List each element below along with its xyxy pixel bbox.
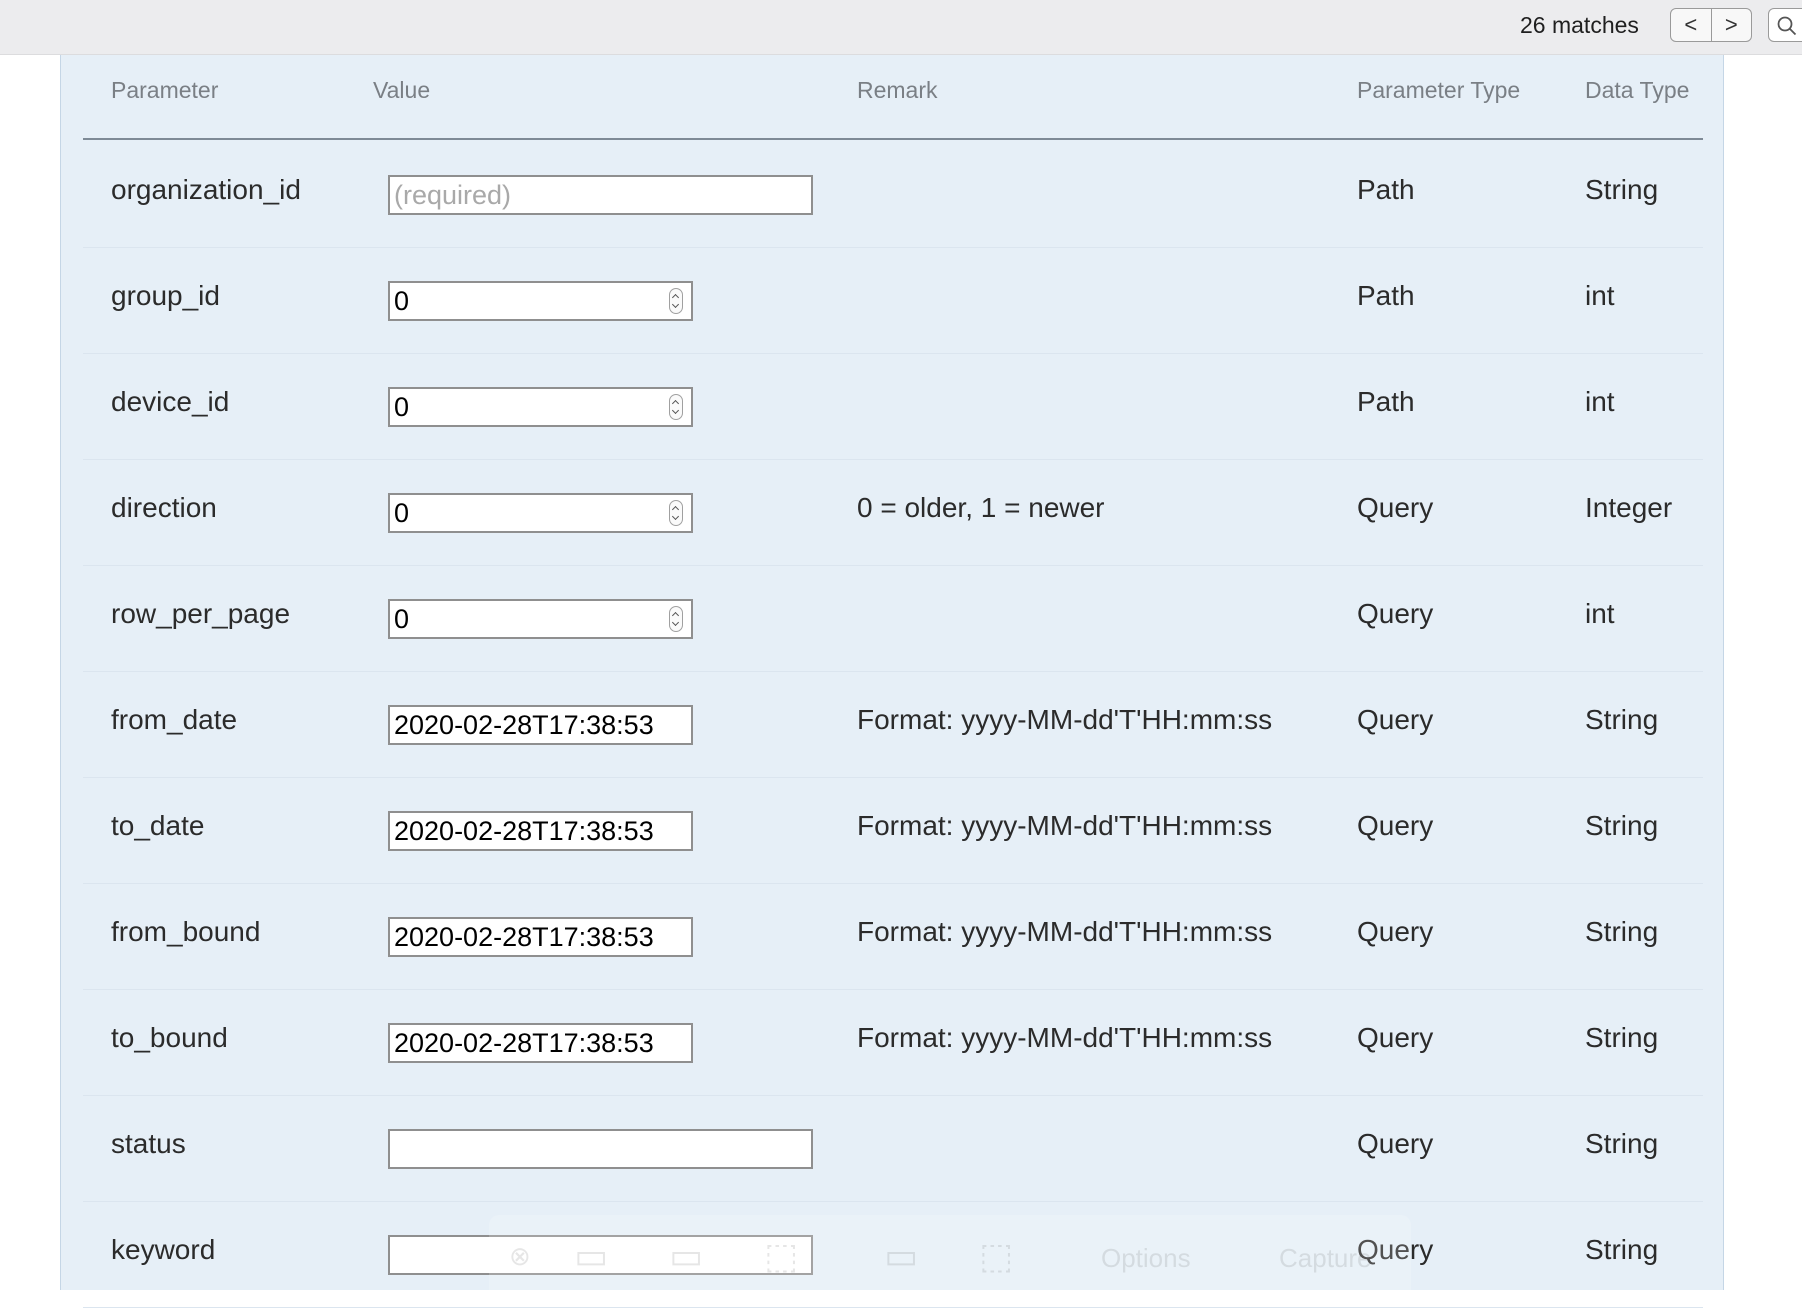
input-value: 0 — [394, 498, 410, 528]
stepper-arrows-icon[interactable] — [669, 394, 683, 420]
parameter-type: Query — [1357, 1128, 1434, 1159]
input-value: 2020-02-28T17:38:53 — [394, 710, 654, 740]
remark-text: Format: yyyy-MM-dd'T'HH:mm:ss — [857, 916, 1273, 947]
parameter-type: Query — [1357, 598, 1434, 629]
data-type: int — [1585, 598, 1615, 629]
parameter-name: to_bound — [111, 1022, 228, 1053]
input-value: 0 — [394, 392, 410, 422]
table-row: from_bound 2020-02-28T17:38:53 Format: yyy… — [83, 884, 1703, 990]
remark-text: 0 = older, 1 = newer — [857, 492, 1105, 523]
table-row: direction 0 0 = older, 1 = newer Query Integ… — [83, 460, 1703, 566]
table-row: organization_id (required) Path String — [83, 142, 1703, 248]
header-remark: Remark — [857, 77, 938, 103]
table-row: group_id 0 Path int — [83, 248, 1703, 354]
parameter-type: Query — [1357, 1022, 1434, 1053]
parameters-panel: Parameter Value Remark Parameter Type Da… — [60, 55, 1724, 1308]
data-type: Integer — [1585, 492, 1673, 523]
parameter-name: organization_id — [111, 174, 301, 205]
data-type: int — [1585, 280, 1615, 311]
match-count: 26 matches — [1520, 12, 1639, 38]
capture-window-icon[interactable]: ▭ — [669, 1235, 703, 1277]
parameter-type: Query — [1357, 492, 1434, 523]
parameter-type: Query — [1357, 916, 1434, 947]
data-type: String — [1585, 174, 1659, 205]
input-value: 2020-02-28T17:38:53 — [394, 1028, 654, 1058]
parameter-name: group_id — [111, 280, 220, 311]
header-data-type: Data Type — [1585, 77, 1690, 103]
data-type: String — [1585, 810, 1659, 841]
parameter-name: device_id — [111, 386, 230, 417]
row_per_page-input[interactable]: 0 — [388, 599, 693, 639]
record-screen-icon[interactable]: ▭ — [884, 1235, 918, 1277]
data-type: String — [1585, 916, 1659, 947]
data-type: String — [1585, 1234, 1659, 1265]
parameter-name: to_date — [111, 810, 205, 841]
parameter-type: Query — [1357, 704, 1434, 735]
parameter-name: row_per_page — [111, 598, 291, 629]
table-header: Parameter Value Remark Parameter Type Da… — [83, 55, 1703, 140]
parameter-type: Query — [1357, 810, 1434, 841]
parameter-name: from_bound — [111, 916, 261, 947]
input-value: 2020-02-28T17:38:53 — [394, 816, 654, 846]
capture-screen-icon[interactable]: ▭ — [574, 1235, 608, 1277]
device_id-input[interactable]: 0 — [388, 387, 693, 427]
table-row: device_id 0 Path int — [83, 354, 1703, 460]
from_bound-input[interactable]: 2020-02-28T17:38:53 — [388, 917, 693, 957]
header-value: Value — [373, 77, 431, 103]
to_bound-input[interactable]: 2020-02-28T17:38:53 — [388, 1023, 693, 1063]
close-icon[interactable]: ⊗ — [509, 1241, 531, 1272]
data-type: int — [1585, 386, 1615, 417]
input-placeholder: (required) — [394, 180, 512, 210]
from_date-input[interactable]: 2020-02-28T17:38:53 — [388, 705, 693, 745]
table-row: from_date 2020-02-28T17:38:53 Format: yyyy… — [83, 672, 1703, 778]
input-value: 0 — [394, 604, 410, 634]
input-value: 2020-02-28T17:38:53 — [394, 922, 654, 952]
remark-text: Format: yyyy-MM-dd'T'HH:mm:ss — [857, 704, 1273, 735]
magnifier-icon — [1777, 16, 1797, 36]
remark-text: Format: yyyy-MM-dd'T'HH:mm:ss — [857, 1022, 1273, 1053]
stepper-arrows-icon[interactable] — [669, 500, 683, 526]
table-row: to_bound 2020-02-28T17:38:53 Format: yyyy-… — [83, 990, 1703, 1096]
table-row: to_date 2020-02-28T17:38:53 Format: yyyy-M… — [83, 778, 1703, 884]
next-match-button[interactable]: > — [1710, 9, 1752, 41]
capture-button[interactable]: Capture — [1279, 1243, 1372, 1274]
table-row: status Query String — [83, 1096, 1703, 1202]
remark-text: Format: yyyy-MM-dd'T'HH:mm:ss — [857, 810, 1273, 841]
header-parameter: Parameter — [111, 77, 219, 103]
find-bar: 26 matches < > — [0, 0, 1802, 55]
data-type: String — [1585, 1022, 1659, 1053]
parameter-name: from_date — [111, 704, 238, 735]
options-button[interactable]: Options — [1101, 1243, 1191, 1274]
stepper-arrows-icon[interactable] — [669, 288, 683, 314]
parameter-name: direction — [111, 492, 217, 523]
record-selection-icon[interactable]: ⬚ — [979, 1235, 1013, 1277]
data-type: String — [1585, 1128, 1659, 1159]
to_date-input[interactable]: 2020-02-28T17:38:53 — [388, 811, 693, 851]
parameter-name: status — [111, 1128, 186, 1159]
parameter-type: Path — [1357, 280, 1415, 311]
organization_id-input[interactable]: (required) — [388, 175, 813, 215]
status-input[interactable] — [388, 1129, 813, 1169]
search-field[interactable] — [1768, 8, 1802, 42]
parameter-type: Path — [1357, 174, 1415, 205]
data-type: String — [1585, 704, 1659, 735]
group_id-input[interactable]: 0 — [388, 281, 693, 321]
direction-input[interactable]: 0 — [388, 493, 693, 533]
capture-toolbar-overlay: ⊗ ▭ ▭ ⬚ ▭ ⬚ Options Capture — [489, 1215, 1411, 1305]
input-value: 0 — [394, 286, 410, 316]
header-parameter-type: Parameter Type — [1357, 77, 1521, 103]
stepper-arrows-icon[interactable] — [669, 606, 683, 632]
match-nav-group: < > — [1670, 8, 1752, 42]
previous-match-button[interactable]: < — [1671, 9, 1711, 41]
parameter-type: Path — [1357, 386, 1415, 417]
capture-selection-icon[interactable]: ⬚ — [764, 1235, 798, 1277]
table-row: row_per_page 0 Query int — [83, 566, 1703, 672]
parameter-name: keyword — [111, 1234, 216, 1265]
